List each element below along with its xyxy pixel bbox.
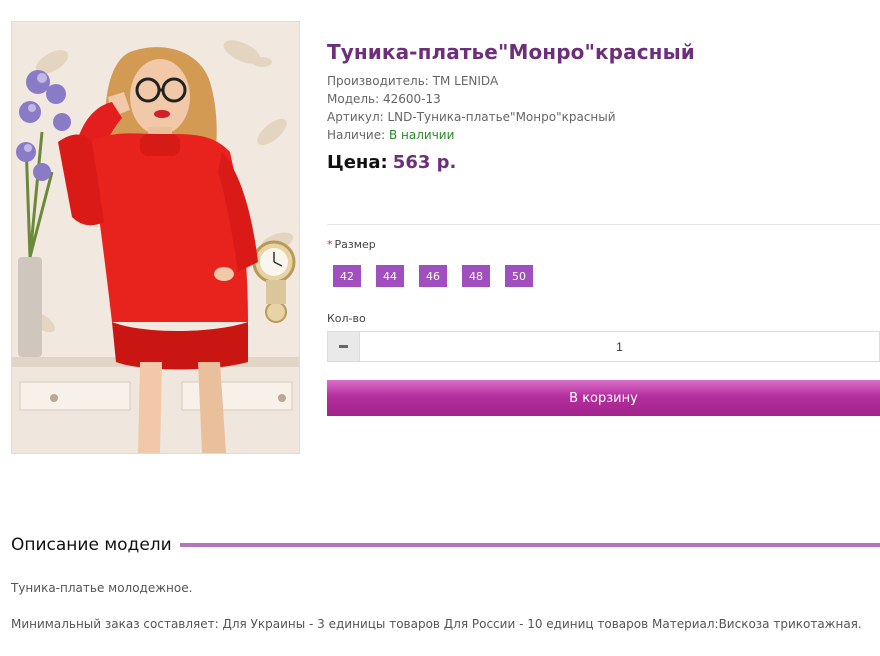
stock-status: В наличии <box>389 128 455 142</box>
availability: Наличие: В наличии <box>327 128 454 142</box>
divider <box>327 224 880 225</box>
manufacturer: Производитель: TM LENIDA <box>327 74 499 88</box>
quantity-stepper <box>327 331 880 362</box>
product-image[interactable] <box>11 21 300 454</box>
size-option-44[interactable]: 44 <box>376 265 404 287</box>
article-number: Артикул: LND-Туника-платье"Монро"красный <box>327 110 616 124</box>
size-label: * Размер <box>327 238 376 251</box>
description-header: Описание модели <box>11 535 880 555</box>
minus-icon <box>339 345 348 348</box>
price: Цена: 563 р. <box>327 152 456 173</box>
size-option-50[interactable]: 50 <box>505 265 533 287</box>
quantity-decrease-button[interactable] <box>328 332 360 361</box>
price-value: 563 р. <box>392 152 457 173</box>
price-label: Цена: <box>327 152 388 173</box>
description-paragraph: Туника-платье молодежное. <box>11 581 193 595</box>
size-options: 42 44 46 48 50 <box>333 265 533 287</box>
required-mark: * <box>327 238 333 251</box>
availability-label: Наличие: <box>327 128 386 142</box>
size-option-48[interactable]: 48 <box>462 265 490 287</box>
quantity-input[interactable] <box>360 332 879 361</box>
description-heading: Описание модели <box>11 535 172 555</box>
add-to-cart-button[interactable]: В корзину <box>327 380 880 416</box>
quantity-label: Кол-во <box>327 312 366 325</box>
product-photo-illustration <box>12 22 299 453</box>
size-option-46[interactable]: 46 <box>419 265 447 287</box>
heading-underline <box>179 543 880 547</box>
order-info-paragraph: Минимальный заказ составляет: Для Украин… <box>11 617 862 631</box>
size-option-42[interactable]: 42 <box>333 265 361 287</box>
model-number: Модель: 42600-13 <box>327 92 441 106</box>
size-label-text: Размер <box>334 238 376 251</box>
product-title: Туника-платье"Монро"красный <box>327 40 695 64</box>
